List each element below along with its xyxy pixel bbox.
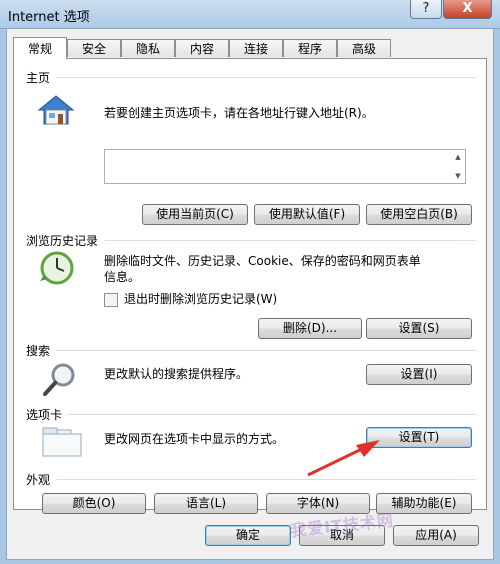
red-arrow-annotation <box>307 440 380 477</box>
title-bar: Internet 选项 ? X <box>0 0 500 29</box>
tab-content[interactable]: 内容 <box>175 39 229 57</box>
close-button[interactable]: X <box>443 0 492 19</box>
search-description: 更改默认的搜索提供程序。 <box>104 367 249 381</box>
history-description-line1: 删除临时文件、历史记录、Cookie、保存的密码和网页表单 <box>104 254 421 268</box>
tabs-description: 更改网页在选项卡中显示的方式。 <box>104 432 285 446</box>
history-clock-icon <box>40 251 74 285</box>
general-tab-panel: 主页 若要创建主页选项卡，请在各地址行键入地址(R)。 ▲ ▼ 使用当前页(C)… <box>13 58 487 514</box>
delete-on-exit-label: 退出时删除浏览历史记录(W) <box>124 292 278 306</box>
tab-privacy[interactable]: 隐私 <box>121 39 175 57</box>
home-description: 若要创建主页选项卡，请在各地址行键入地址(R)。 <box>104 106 374 120</box>
languages-button[interactable]: 语言(L) <box>154 493 258 514</box>
search-section-title: 搜索 <box>26 342 57 359</box>
tab-security[interactable]: 安全 <box>67 39 121 57</box>
tabs-separator <box>26 414 476 415</box>
home-separator <box>26 77 476 78</box>
delete-on-exit-checkbox[interactable] <box>104 293 118 307</box>
colors-button[interactable]: 颜色(O) <box>42 493 146 514</box>
search-magnifier-icon <box>43 363 75 396</box>
appearance-section-title: 外观 <box>26 471 57 488</box>
tabs-window-icon <box>42 427 82 457</box>
tab-advanced[interactable]: 高级 <box>337 39 391 57</box>
home-page-address-field[interactable]: ▲ ▼ <box>104 149 466 184</box>
use-current-button[interactable]: 使用当前页(C) <box>142 204 248 225</box>
apply-button[interactable]: 应用(A) <box>393 525 479 546</box>
window-title: Internet 选项 <box>8 10 90 25</box>
history-settings-button[interactable]: 设置(S) <box>366 318 472 339</box>
home-icon <box>37 95 75 125</box>
history-section-title: 浏览历史记录 <box>26 232 105 249</box>
internet-options-dialog: 常规 安全 隐私 内容 连接 程序 高级 主页 若要创建主页选项卡，请在各地址行… <box>6 28 494 560</box>
ok-button[interactable]: 确定 <box>205 525 291 546</box>
history-description-line2: 信息。 <box>104 270 141 284</box>
scroll-down-arrow[interactable]: ▼ <box>453 171 463 181</box>
tab-connections[interactable]: 连接 <box>229 39 283 57</box>
use-default-button[interactable]: 使用默认值(F) <box>254 204 360 225</box>
use-blank-button[interactable]: 使用空白页(B) <box>366 204 472 225</box>
home-section-title: 主页 <box>26 69 57 86</box>
help-button[interactable]: ? <box>410 0 442 19</box>
tab-programs[interactable]: 程序 <box>283 39 337 57</box>
scroll-up-arrow[interactable]: ▲ <box>453 152 463 162</box>
delete-history-button[interactable]: 删除(D)... <box>258 318 362 339</box>
appearance-separator <box>26 479 476 480</box>
search-settings-button[interactable]: 设置(I) <box>366 364 472 385</box>
tab-general[interactable]: 常规 <box>13 37 67 59</box>
search-separator <box>26 350 476 351</box>
tabs-section-title: 选项卡 <box>26 406 69 423</box>
